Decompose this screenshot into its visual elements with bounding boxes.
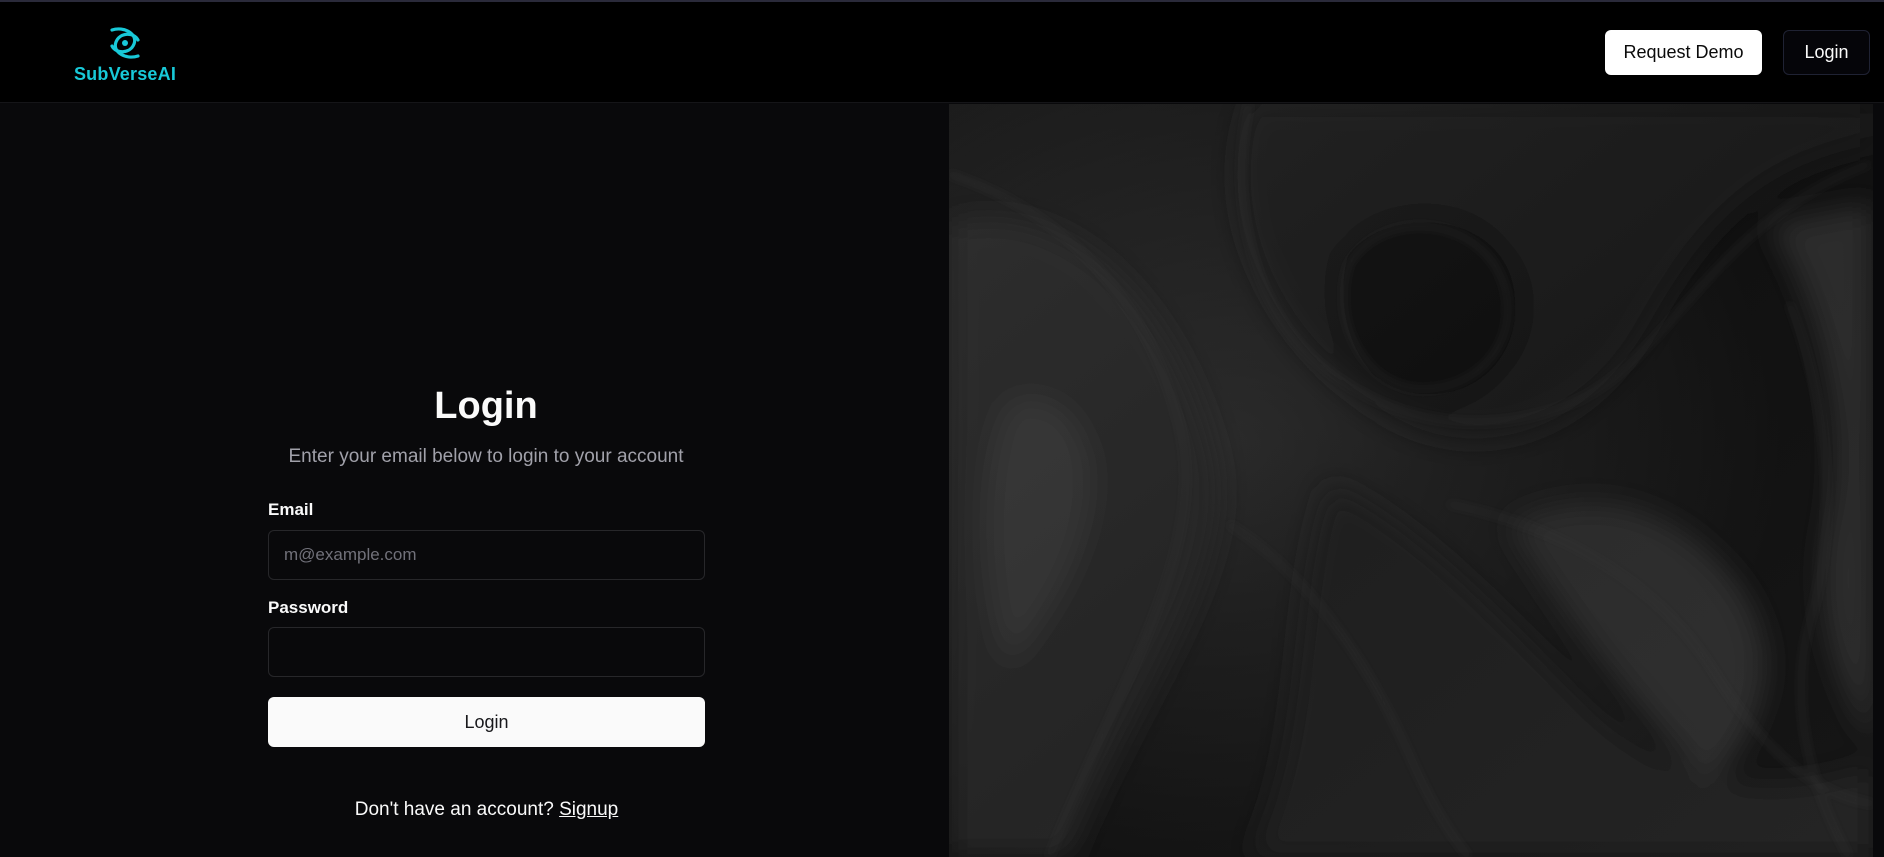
- login-submit-button[interactable]: Login: [268, 697, 705, 747]
- page-title: Login: [434, 385, 538, 427]
- brand-name: SubVerseAI: [73, 64, 177, 84]
- signup-link[interactable]: Signup: [559, 799, 618, 820]
- password-label: Password: [268, 598, 349, 617]
- signup-prompt-row: Don't have an account? Signup: [268, 799, 705, 821]
- request-demo-button[interactable]: Request Demo: [1605, 30, 1762, 75]
- logo-icon: [110, 27, 140, 59]
- right-gutter: [1873, 104, 1884, 857]
- password-field[interactable]: [268, 627, 705, 677]
- navbar: SubVerseAI Request Demo Login: [0, 2, 1884, 103]
- liquid-swirl-art: [949, 104, 1873, 857]
- nav-login-button[interactable]: Login: [1783, 30, 1870, 75]
- email-label: Email: [268, 500, 314, 519]
- signup-prompt-text: Don't have an account?: [354, 799, 554, 820]
- brand-logo[interactable]: SubVerseAI: [68, 24, 182, 86]
- hero-image: [949, 104, 1873, 857]
- email-field[interactable]: [268, 530, 705, 580]
- page-subtitle: Enter your email below to login to your …: [288, 446, 684, 467]
